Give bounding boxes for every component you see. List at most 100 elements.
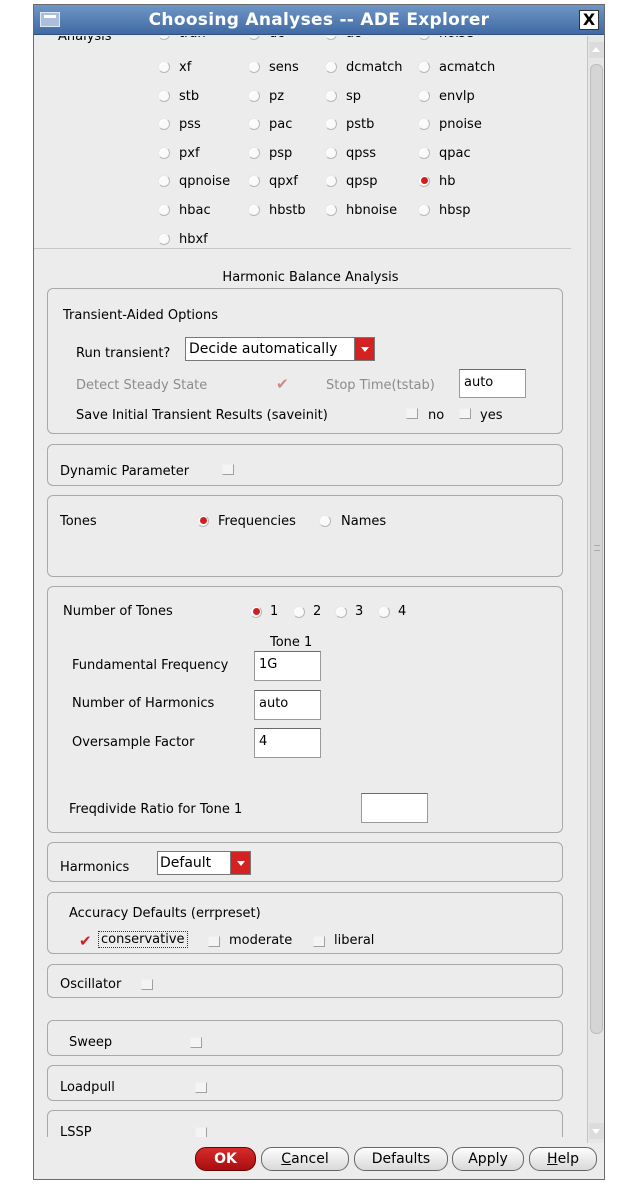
- choosing-analyses-dialog: Choosing Analyses -- ADE Explorer X Anal…: [33, 4, 605, 1180]
- analysis-option-label: qpsp: [346, 174, 378, 190]
- sweep-checkbox[interactable]: [190, 1037, 202, 1048]
- tones-group: Tones Frequencies Names: [47, 495, 563, 577]
- freqdivide-ratio-label: Freqdivide Ratio for Tone 1: [69, 802, 243, 817]
- close-button[interactable]: X: [579, 10, 599, 30]
- analysis-radio-qpss[interactable]: [325, 146, 337, 159]
- analysis-option-label: tran: [179, 36, 206, 41]
- tone-count-label: 1: [270, 604, 279, 619]
- analysis-radio-dcmatch[interactable]: [325, 61, 337, 73]
- analysis-radio-pnoise[interactable]: [418, 118, 430, 131]
- mnemonic-letter: H: [547, 1151, 558, 1167]
- analysis-radio-hb[interactable]: [418, 175, 430, 188]
- liberal-checkbox[interactable]: [313, 936, 325, 947]
- loadpull-checkbox[interactable]: [195, 1082, 207, 1093]
- tone-count-radio-4[interactable]: [378, 606, 390, 618]
- saveinit-no-checkbox[interactable]: [406, 408, 418, 419]
- analysis-option-label: hbstb: [269, 203, 306, 218]
- analysis-radio-pss[interactable]: [158, 118, 170, 131]
- analysis-radio-dc[interactable]: [248, 36, 260, 40]
- dynamic-parameter-checkbox[interactable]: [222, 464, 234, 475]
- analysis-radio-pac[interactable]: [248, 118, 260, 131]
- lssp-checkbox[interactable]: [195, 1127, 207, 1137]
- analysis-radio-noise[interactable]: [418, 36, 430, 40]
- analysis-radio-xf[interactable]: [158, 61, 170, 73]
- analysis-radio-qpac[interactable]: [418, 146, 430, 159]
- analysis-radio-sens[interactable]: [248, 61, 260, 73]
- analysis-radio-qpnoise[interactable]: [158, 175, 170, 188]
- conservative-label[interactable]: conservative: [98, 931, 188, 948]
- tone-count-radio-3[interactable]: [335, 606, 347, 618]
- analysis-radio-qpxf[interactable]: [248, 175, 260, 188]
- apply-button[interactable]: Apply: [452, 1147, 524, 1171]
- vertical-scrollbar[interactable]: [587, 36, 604, 1143]
- tone-count-radio-2[interactable]: [293, 606, 305, 618]
- lssp-label: LSSP: [60, 1125, 92, 1137]
- analysis-radio-acmatch[interactable]: [418, 61, 430, 73]
- analysis-radio-sp[interactable]: [325, 89, 337, 102]
- button-bar: OK Cancel Defaults Apply Help: [34, 1138, 604, 1179]
- analysis-option-label: hbsp: [439, 203, 471, 218]
- tone-count-radio-1[interactable]: [250, 606, 262, 618]
- mnemonic-letter: C: [281, 1151, 292, 1167]
- analysis-option-label: stb: [179, 88, 200, 104]
- oscillator-checkbox[interactable]: [141, 979, 153, 990]
- analysis-option-label: dc: [269, 36, 284, 41]
- sweep-group: Sweep: [47, 1020, 563, 1056]
- analysis-radio-pz[interactable]: [248, 89, 260, 102]
- analysis-radio-envlp[interactable]: [418, 89, 430, 102]
- scroll-up-icon[interactable]: [589, 42, 604, 58]
- tones-names-radio[interactable]: [319, 515, 331, 527]
- separator: [34, 248, 571, 249]
- analysis-radio-ac[interactable]: [325, 36, 337, 40]
- analysis-option-label: qpnoise: [179, 174, 231, 190]
- defaults-button[interactable]: Defaults: [354, 1147, 448, 1171]
- scroll-down-icon[interactable]: [589, 1123, 604, 1139]
- analysis-radio-hbsp[interactable]: [418, 204, 430, 216]
- number-of-harmonics-field[interactable]: auto: [254, 690, 321, 720]
- cancel-button[interactable]: Cancel: [261, 1147, 349, 1171]
- transient-aided-group: Transient-Aided Options Run transient? D…: [47, 288, 563, 434]
- conservative-checkbox[interactable]: ✔: [79, 934, 92, 949]
- dynamic-parameter-group: Dynamic Parameter: [47, 444, 563, 486]
- oscillator-group: Oscillator: [47, 964, 563, 998]
- title-bar[interactable]: Choosing Analyses -- ADE Explorer X: [34, 5, 604, 35]
- freqdivide-ratio-field[interactable]: [361, 793, 428, 823]
- scrollbar-thumb[interactable]: [590, 64, 603, 1034]
- analysis-radio-hbnoise[interactable]: [325, 204, 337, 216]
- analysis-option-label: dcmatch: [346, 60, 403, 75]
- harmonics-combo[interactable]: Default: [157, 851, 251, 875]
- analysis-radio-hbxf[interactable]: [158, 232, 170, 245]
- stop-time-field[interactable]: auto: [459, 369, 526, 398]
- analysis-option-label: qpxf: [269, 174, 298, 190]
- analysis-radio-tran[interactable]: [158, 36, 170, 40]
- tones-names-label: Names: [341, 514, 387, 529]
- analysis-radio-stb[interactable]: [158, 89, 170, 102]
- liberal-label: liberal: [334, 933, 375, 948]
- analysis-radio-hbstb[interactable]: [248, 204, 260, 216]
- number-of-tones-group: Number of Tones 1 2 3 4 Tone 1 Fundamental …: [47, 586, 563, 833]
- sweep-label: Sweep: [69, 1035, 113, 1050]
- analysis-radio-qpsp[interactable]: [325, 175, 337, 188]
- analysis-option-label: pz: [269, 88, 285, 104]
- oversample-factor-field[interactable]: 4: [254, 728, 321, 758]
- saveinit-yes-checkbox[interactable]: [459, 408, 471, 419]
- detect-steady-state-checkbox[interactable]: ✔: [276, 377, 289, 392]
- analysis-option-label: pxf: [179, 145, 200, 161]
- fundamental-frequency-field[interactable]: 1G: [254, 651, 321, 681]
- stop-time-label: Stop Time(tstab): [326, 378, 435, 393]
- number-of-tones-label: Number of Tones: [63, 604, 173, 619]
- analysis-option-label: hbnoise: [346, 203, 398, 218]
- ok-button[interactable]: OK: [195, 1147, 256, 1171]
- tones-frequencies-radio[interactable]: [197, 515, 209, 527]
- saveinit-label: Save Initial Transient Results (saveinit…: [76, 408, 328, 423]
- help-button[interactable]: Help: [529, 1147, 597, 1171]
- analysis-radio-pstb[interactable]: [325, 118, 337, 131]
- analysis-radio-psp[interactable]: [248, 146, 260, 159]
- analysis-radio-pxf[interactable]: [158, 146, 170, 159]
- moderate-checkbox[interactable]: [208, 936, 220, 947]
- analysis-option-label: pac: [269, 117, 293, 133]
- analysis-radio-hbac[interactable]: [158, 204, 170, 216]
- analysis-option-label: qpac: [439, 145, 471, 161]
- analysis-option-label: noise: [439, 36, 474, 41]
- run-transient-combo[interactable]: Decide automatically: [185, 337, 375, 361]
